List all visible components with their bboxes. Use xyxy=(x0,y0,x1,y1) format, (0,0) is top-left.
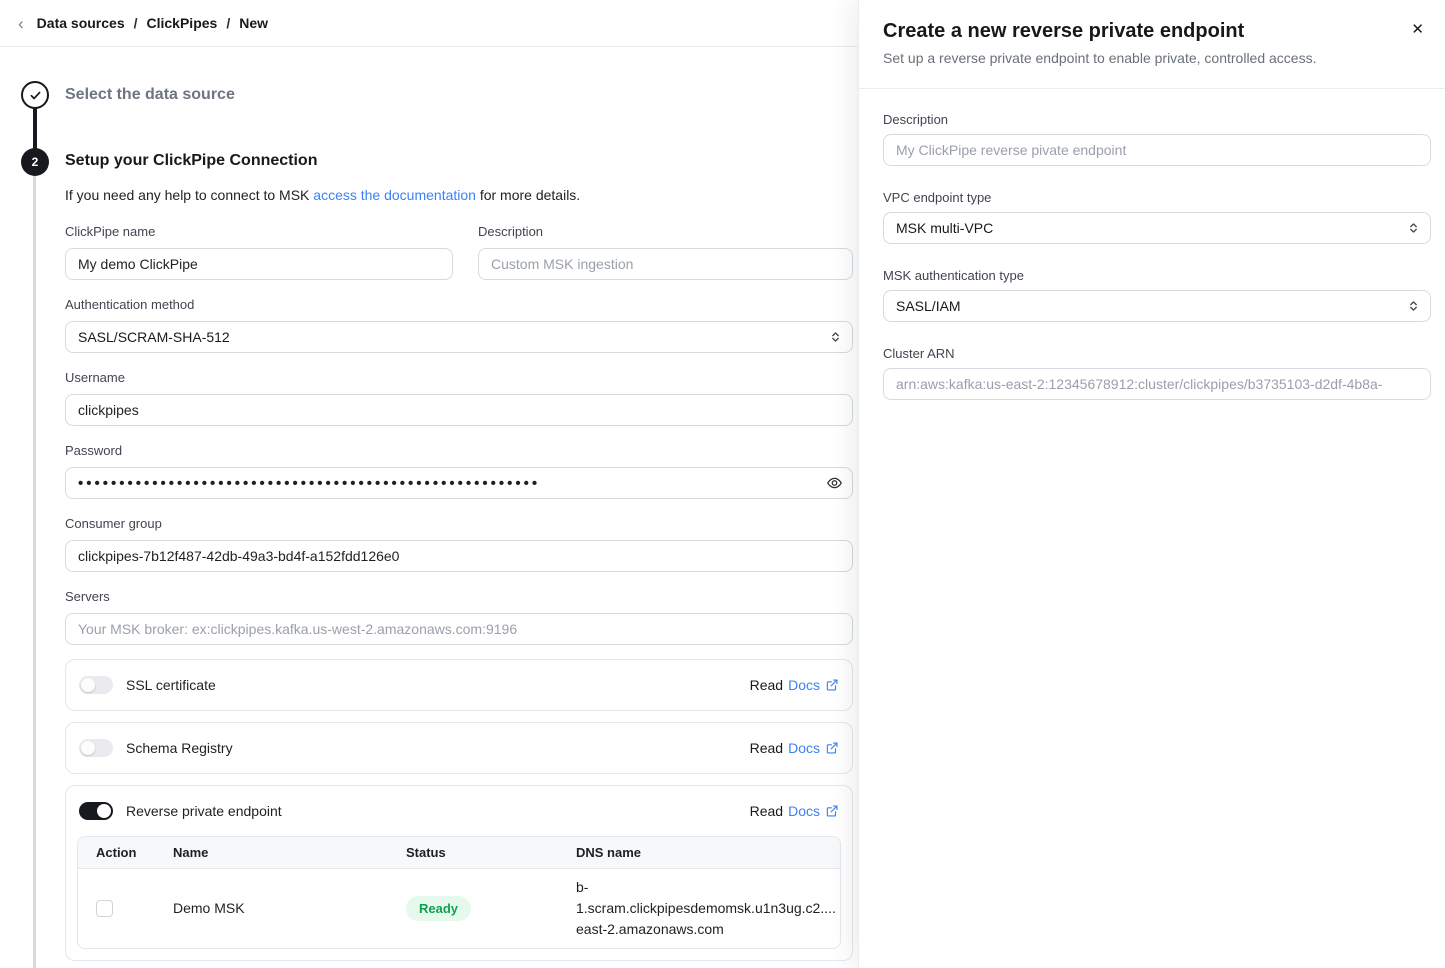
main-content: Select the data source Setup your ClickP… xyxy=(65,47,853,961)
drawer-header: Create a new reverse private endpoint Se… xyxy=(859,0,1445,89)
password-group: Password xyxy=(65,442,853,499)
password-label: Password xyxy=(65,442,853,459)
endpoint-row-checkbox[interactable] xyxy=(96,900,113,917)
read-text: Read xyxy=(750,803,783,819)
back-chevron-icon[interactable]: ‹ xyxy=(18,15,24,32)
msk-auth-type-group: MSK authentication type SASL/IAM xyxy=(883,267,1431,322)
page: ‹ Data sources / ClickPipes / New 2 Sele… xyxy=(0,0,1445,968)
drawer-description-label: Description xyxy=(883,111,1431,128)
step-1-title: Select the data source xyxy=(65,85,853,105)
clickpipe-name-input[interactable] xyxy=(65,248,453,280)
drawer-description-group: Description xyxy=(883,111,1431,166)
schema-docs-link[interactable]: Docs xyxy=(788,740,839,756)
create-endpoint-drawer: Create a new reverse private endpoint Se… xyxy=(858,0,1445,968)
drawer-subtitle: Set up a reverse private endpoint to ena… xyxy=(883,49,1393,67)
help-prefix: If you need any help to connect to MSK xyxy=(65,187,313,203)
endpoint-table-header-row: Action Name Status DNS name xyxy=(78,837,840,868)
schema-registry-label: Schema Registry xyxy=(126,740,233,756)
stepper-connector-pending xyxy=(33,174,36,968)
select-chevrons-icon xyxy=(1407,222,1420,235)
cluster-arn-label: Cluster ARN xyxy=(883,345,1431,362)
description-input[interactable] xyxy=(478,248,853,280)
msk-auth-type-label: MSK authentication type xyxy=(883,267,1431,284)
read-text: Read xyxy=(750,677,783,693)
vpc-endpoint-type-group: VPC endpoint type MSK multi-VPC xyxy=(883,189,1431,244)
col-name: Name xyxy=(155,837,388,868)
reverse-endpoint-toggle[interactable] xyxy=(79,802,113,820)
step-2-indicator: 2 xyxy=(21,148,49,176)
msk-auth-type-select[interactable]: SASL/IAM xyxy=(883,290,1431,322)
vpc-endpoint-type-label: VPC endpoint type xyxy=(883,189,1431,206)
schema-registry-card: Schema Registry Read Docs xyxy=(65,722,853,774)
select-chevrons-icon xyxy=(829,331,842,344)
servers-input[interactable] xyxy=(65,613,853,645)
ssl-certificate-card: SSL certificate Read Docs xyxy=(65,659,853,711)
documentation-link[interactable]: access the documentation xyxy=(313,187,476,203)
breadcrumb-clickpipes[interactable]: ClickPipes xyxy=(147,15,218,31)
username-label: Username xyxy=(65,369,853,386)
consumer-group-label: Consumer group xyxy=(65,515,853,532)
endpoint-dns: b- 1.scram.clickpipesdemomsk.u1n3ug.c2..… xyxy=(558,868,840,948)
drawer-body: Description VPC endpoint type MSK multi-… xyxy=(859,89,1445,400)
auth-method-value: SASL/SCRAM-SHA-512 xyxy=(78,329,230,345)
eye-icon[interactable] xyxy=(826,475,843,492)
cluster-arn-group: Cluster ARN xyxy=(883,345,1431,400)
consumer-group-group: Consumer group xyxy=(65,515,853,572)
ssl-read-docs: Read Docs xyxy=(750,677,839,693)
endpoint-table-row: Demo MSK Ready b- 1.scram.clickpipesdemo… xyxy=(78,868,840,948)
description-group: Description xyxy=(478,223,853,280)
select-chevrons-icon xyxy=(1407,300,1420,313)
breadcrumb-data-sources[interactable]: Data sources xyxy=(37,15,125,31)
help-suffix: for more details. xyxy=(476,187,580,203)
drawer-title: Create a new reverse private endpoint xyxy=(883,19,1393,43)
step-1-complete-indicator xyxy=(21,81,49,109)
breadcrumb-new[interactable]: New xyxy=(239,15,268,31)
reverse-endpoint-card: Reverse private endpoint Read Docs Actio… xyxy=(65,785,853,961)
ssl-certificate-toggle[interactable] xyxy=(79,676,113,694)
ssl-docs-link[interactable]: Docs xyxy=(788,677,839,693)
ssl-certificate-label: SSL certificate xyxy=(126,677,216,693)
col-status: Status xyxy=(388,837,558,868)
description-label: Description xyxy=(478,223,853,240)
clickpipe-name-label: ClickPipe name xyxy=(65,223,453,240)
password-input[interactable] xyxy=(65,467,853,499)
reverse-endpoint-label: Reverse private endpoint xyxy=(126,803,282,819)
external-link-icon xyxy=(825,741,839,755)
help-text: If you need any help to connect to MSK a… xyxy=(65,185,853,205)
status-badge: Ready xyxy=(406,896,471,921)
cluster-arn-input[interactable] xyxy=(883,368,1431,400)
auth-method-label: Authentication method xyxy=(65,296,853,313)
msk-auth-type-value: SASL/IAM xyxy=(896,298,961,314)
username-input[interactable] xyxy=(65,394,853,426)
consumer-group-input[interactable] xyxy=(65,540,853,572)
username-group: Username xyxy=(65,369,853,426)
breadcrumb: Data sources / ClickPipes / New xyxy=(37,15,268,31)
schema-registry-toggle[interactable] xyxy=(79,739,113,757)
col-dns: DNS name xyxy=(558,837,840,868)
reverse-docs-link[interactable]: Docs xyxy=(788,803,839,819)
check-icon xyxy=(29,89,42,102)
external-link-icon xyxy=(825,678,839,692)
col-action: Action xyxy=(78,837,155,868)
endpoint-table: Action Name Status DNS name Demo MSK Rea… xyxy=(77,836,841,949)
endpoint-name: Demo MSK xyxy=(155,868,388,948)
drawer-description-input[interactable] xyxy=(883,134,1431,166)
step-2-number: 2 xyxy=(32,155,39,169)
read-text: Read xyxy=(750,740,783,756)
clickpipe-name-group: ClickPipe name xyxy=(65,223,453,280)
auth-method-select[interactable]: SASL/SCRAM-SHA-512 xyxy=(65,321,853,353)
close-icon[interactable]: ✕ xyxy=(1411,22,1424,37)
step-2-title: Setup your ClickPipe Connection xyxy=(65,151,853,171)
vpc-endpoint-type-value: MSK multi-VPC xyxy=(896,220,993,236)
servers-group: Servers xyxy=(65,588,853,645)
servers-label: Servers xyxy=(65,588,853,605)
stepper-connector-done xyxy=(33,107,37,150)
breadcrumb-separator: / xyxy=(134,15,138,31)
breadcrumb-separator: / xyxy=(226,15,230,31)
schema-read-docs: Read Docs xyxy=(750,740,839,756)
reverse-read-docs: Read Docs xyxy=(750,803,839,819)
external-link-icon xyxy=(825,804,839,818)
vpc-endpoint-type-select[interactable]: MSK multi-VPC xyxy=(883,212,1431,244)
auth-method-group: Authentication method SASL/SCRAM-SHA-512 xyxy=(65,296,853,353)
